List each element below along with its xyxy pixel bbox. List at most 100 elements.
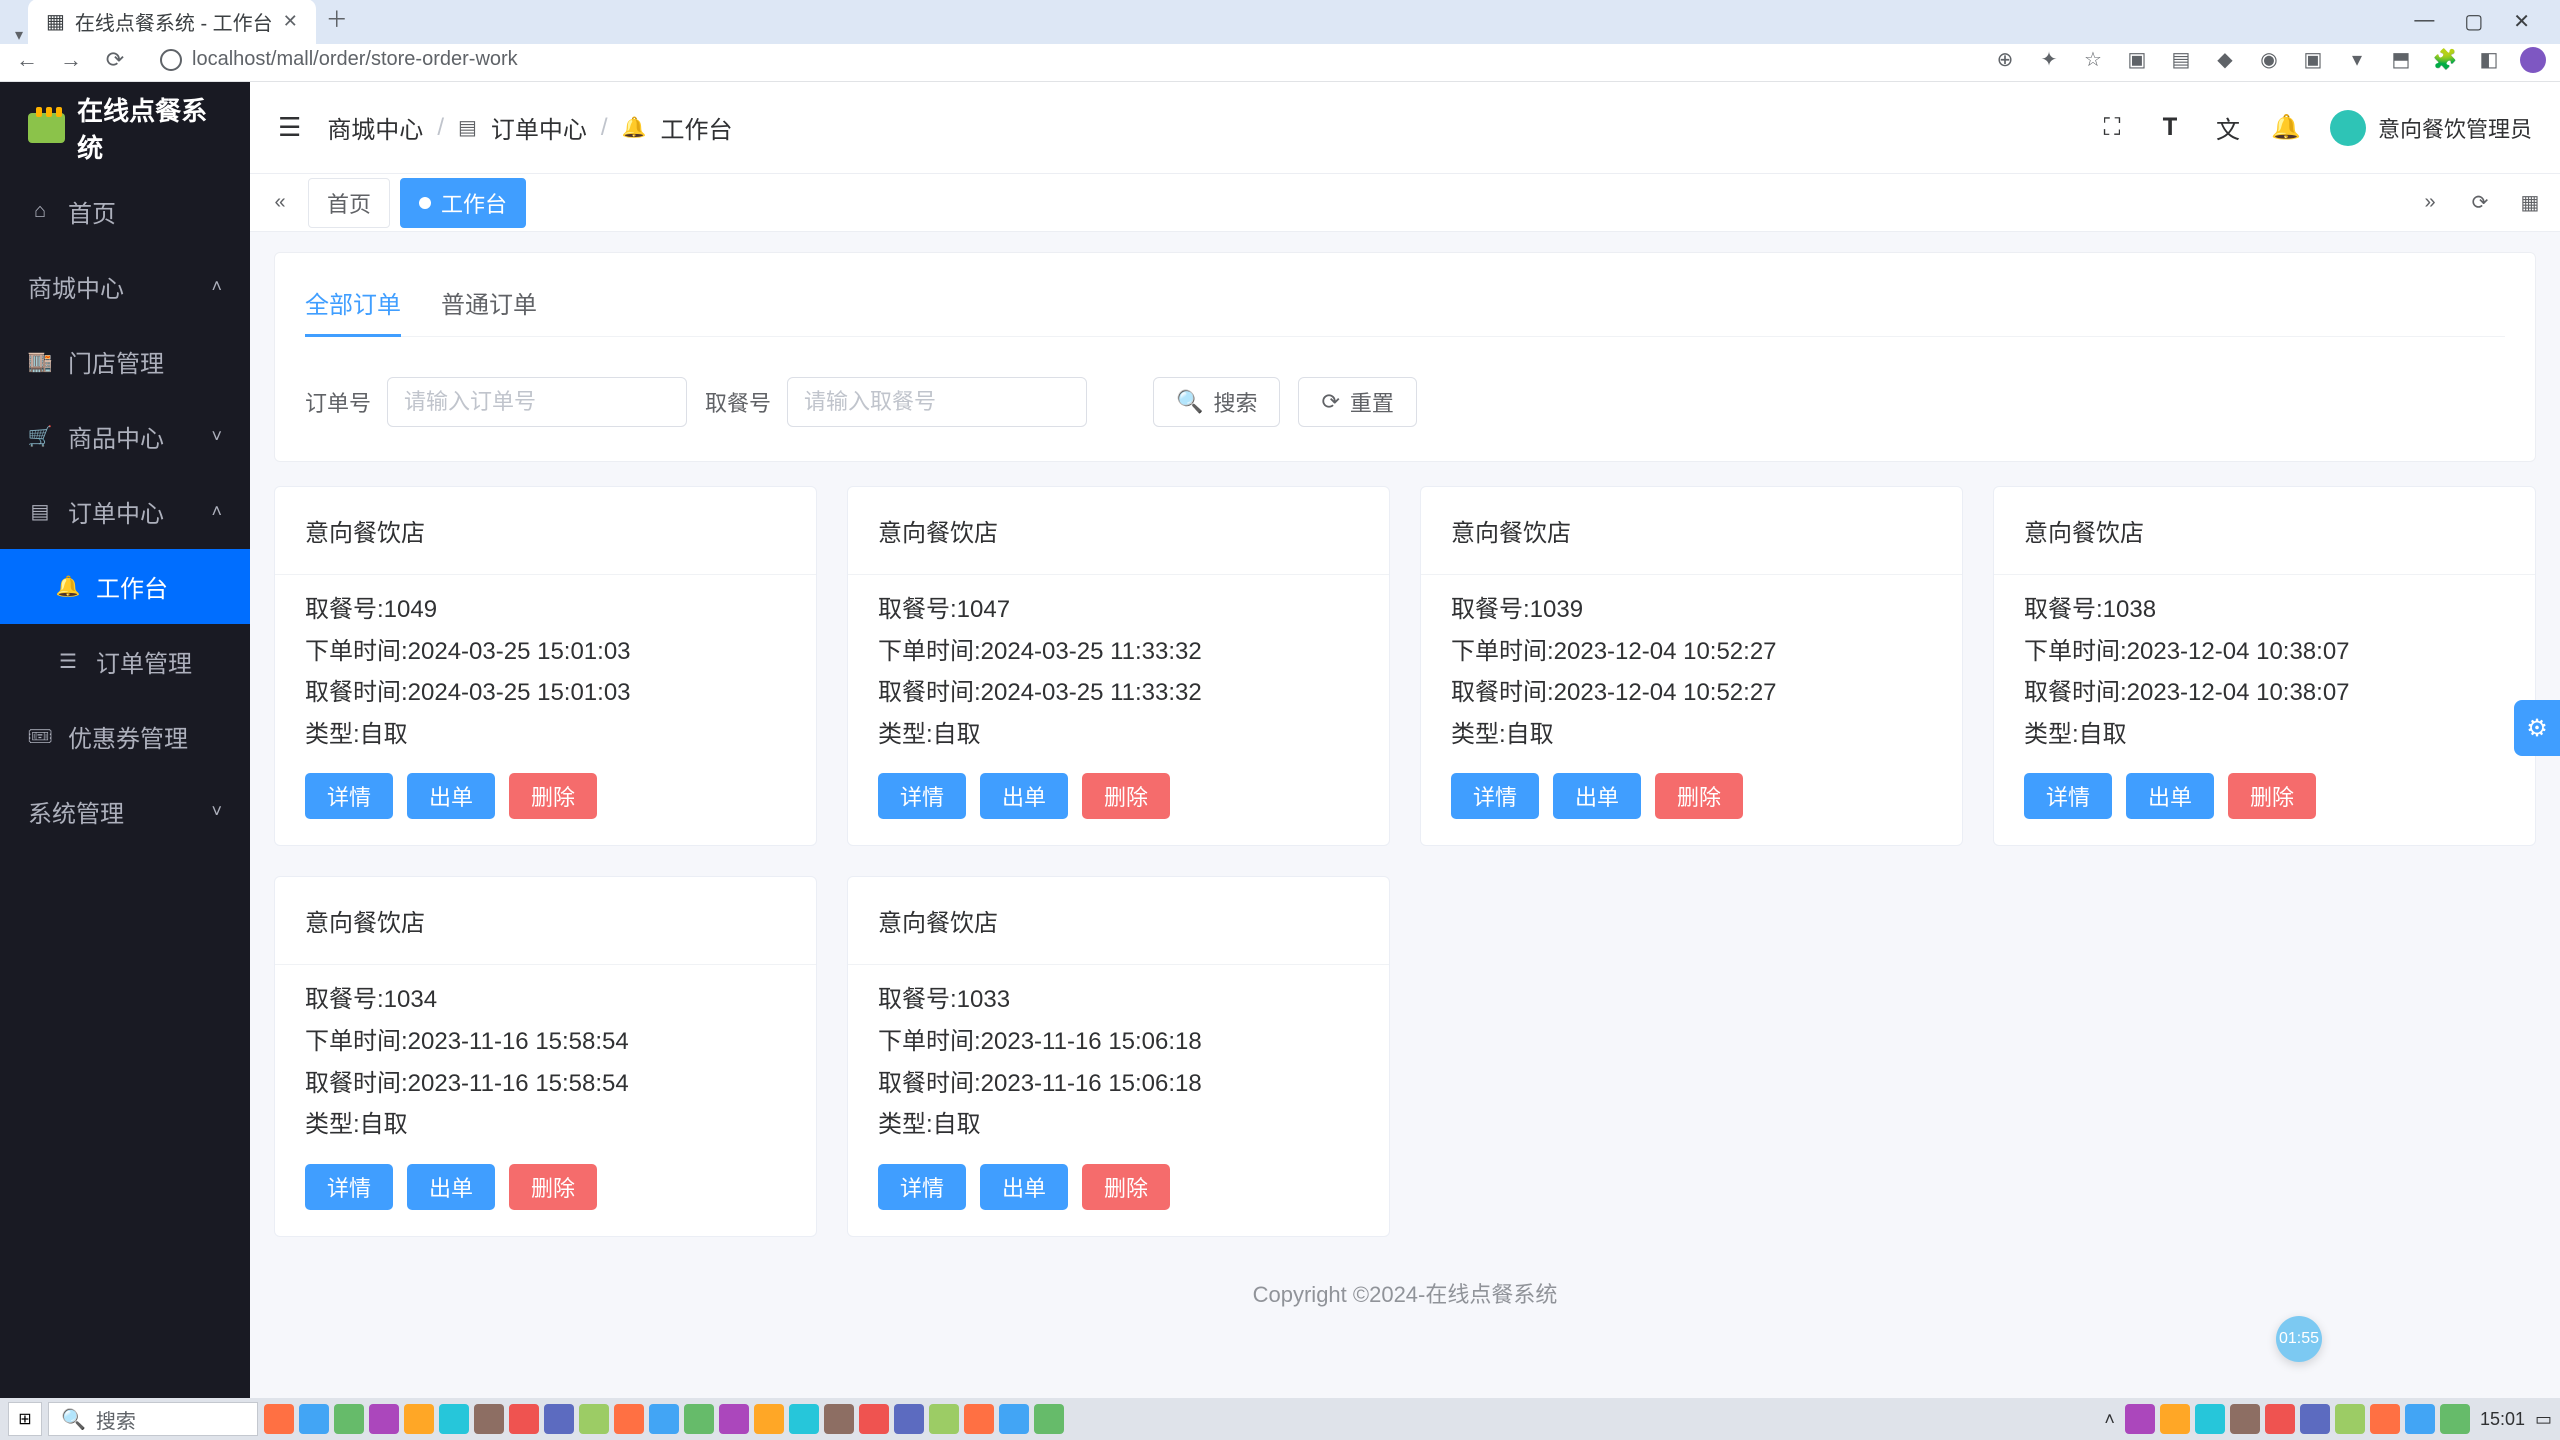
taskbar-clock[interactable]: 15:01 <box>2480 1409 2525 1430</box>
window-close-icon[interactable]: ✕ <box>2513 9 2530 34</box>
tray-icon[interactable] <box>2265 1404 2295 1434</box>
order-no-input[interactable] <box>387 377 687 427</box>
profile-avatar-icon[interactable] <box>2520 47 2546 73</box>
ext-icon-3[interactable]: ▣ <box>2124 47 2150 73</box>
taskbar-app-icon[interactable] <box>859 1404 889 1434</box>
taskbar-app-icon[interactable] <box>509 1404 539 1434</box>
taskbar-app-icon[interactable] <box>439 1404 469 1434</box>
translate-icon[interactable]: 文 <box>2214 114 2242 142</box>
window-maximize-icon[interactable]: ▢ <box>2464 9 2483 34</box>
ext-icon-2[interactable]: ✦ <box>2036 47 2062 73</box>
pickup-no-input[interactable] <box>787 377 1087 427</box>
ext-icon-5[interactable]: ◆ <box>2212 47 2238 73</box>
bookmark-star-icon[interactable]: ☆ <box>2080 47 2106 73</box>
tray-icon[interactable] <box>2160 1404 2190 1434</box>
taskbar-app-icon[interactable] <box>789 1404 819 1434</box>
taskbar-app-icon[interactable] <box>544 1404 574 1434</box>
nav-back-icon[interactable]: ← <box>14 47 40 73</box>
notification-center-icon[interactable]: ▭ <box>2535 1409 2552 1430</box>
detail-button[interactable]: 详情 <box>305 1164 393 1210</box>
nav-forward-icon[interactable]: → <box>58 47 84 73</box>
taskbar-app-icon[interactable] <box>684 1404 714 1434</box>
tray-icon[interactable] <box>2230 1404 2260 1434</box>
user-menu[interactable]: 意向餐饮管理员 <box>2330 110 2532 146</box>
issue-button[interactable]: 出单 <box>407 773 495 819</box>
site-info-icon[interactable] <box>160 49 182 71</box>
new-tab-button[interactable]: ＋ <box>316 0 358 44</box>
start-button[interactable]: ⊞ <box>8 1402 42 1436</box>
tray-icon[interactable] <box>2440 1404 2470 1434</box>
page-tab-workbench[interactable]: 工作台 <box>400 178 526 228</box>
detail-button[interactable]: 详情 <box>2024 773 2112 819</box>
tab-dropdown-icon[interactable]: ▾ <box>10 26 28 44</box>
window-minimize-icon[interactable]: — <box>2414 9 2434 34</box>
ext-icon-6[interactable]: ◉ <box>2256 47 2282 73</box>
tabs-scroll-right-icon[interactable]: » <box>2412 185 2448 221</box>
sidebar-item-coupon-mgmt[interactable]: 🎟 优惠券管理 <box>0 699 250 774</box>
app-logo[interactable]: 在线点餐系统 <box>0 82 250 174</box>
tab-normal-orders[interactable]: 普通订单 <box>441 275 537 330</box>
detail-button[interactable]: 详情 <box>1451 773 1539 819</box>
taskbar-app-icon[interactable] <box>894 1404 924 1434</box>
tray-icon[interactable] <box>2300 1404 2330 1434</box>
taskbar-search[interactable]: 🔍 搜索 <box>48 1402 258 1436</box>
sidebar-item-workbench[interactable]: 🔔 工作台 <box>0 549 250 624</box>
breadcrumb-item[interactable]: 商城中心 <box>327 110 423 145</box>
breadcrumb-item[interactable]: 订单中心 <box>491 110 587 145</box>
search-button[interactable]: 🔍 搜索 <box>1153 377 1280 427</box>
sidebar-item-product-center[interactable]: 🛒 商品中心 ˅ <box>0 399 250 474</box>
sidebar-group-system[interactable]: 系统管理 ˅ <box>0 774 250 849</box>
nav-reload-icon[interactable]: ⟳ <box>102 47 128 73</box>
taskbar-app-icon[interactable] <box>964 1404 994 1434</box>
timer-bubble[interactable]: 01:55 <box>2276 1316 2322 1362</box>
detail-button[interactable]: 详情 <box>878 773 966 819</box>
taskbar-app-icon[interactable] <box>369 1404 399 1434</box>
ext-icon-9[interactable]: ⬒ <box>2388 47 2414 73</box>
settings-floating-button[interactable]: ⚙ <box>2514 700 2560 756</box>
taskbar-app-icon[interactable] <box>264 1404 294 1434</box>
taskbar-app-icon[interactable] <box>334 1404 364 1434</box>
font-size-icon[interactable]: 𝐓 <box>2156 114 2184 142</box>
delete-button[interactable]: 删除 <box>1082 1164 1170 1210</box>
page-tab-home[interactable]: 首页 <box>308 178 390 228</box>
detail-button[interactable]: 详情 <box>878 1164 966 1210</box>
tabs-scroll-left-icon[interactable]: « <box>262 185 298 221</box>
taskbar-app-icon[interactable] <box>474 1404 504 1434</box>
browser-tab[interactable]: ▦ 在线点餐系统 - 工作台 ✕ <box>28 0 316 44</box>
ext-icon-8[interactable]: ▾ <box>2344 47 2370 73</box>
fullscreen-icon[interactable]: ⛶ <box>2098 114 2126 142</box>
ext-icon-1[interactable]: ⊕ <box>1992 47 2018 73</box>
taskbar-app-icon[interactable] <box>719 1404 749 1434</box>
issue-button[interactable]: 出单 <box>407 1164 495 1210</box>
tray-icon[interactable] <box>2195 1404 2225 1434</box>
tray-icon[interactable] <box>2405 1404 2435 1434</box>
sidebar-item-home[interactable]: ⌂ 首页 <box>0 174 250 249</box>
sidebar-item-store-mgmt[interactable]: 🏬 门店管理 <box>0 324 250 399</box>
tray-icon[interactable] <box>2125 1404 2155 1434</box>
delete-button[interactable]: 删除 <box>1082 773 1170 819</box>
menu-toggle-icon[interactable]: ☰ <box>278 112 301 143</box>
taskbar-app-icon[interactable] <box>299 1404 329 1434</box>
notification-bell-icon[interactable]: 🔔 <box>2272 114 2300 142</box>
taskbar-app-icon[interactable] <box>579 1404 609 1434</box>
side-panel-icon[interactable]: ◧ <box>2476 47 2502 73</box>
taskbar-app-icon[interactable] <box>824 1404 854 1434</box>
sidebar-group-mall[interactable]: 商城中心 ˄ <box>0 249 250 324</box>
extensions-icon[interactable]: 🧩 <box>2432 47 2458 73</box>
taskbar-app-icon[interactable] <box>649 1404 679 1434</box>
tray-icon[interactable] <box>2335 1404 2365 1434</box>
detail-button[interactable]: 详情 <box>305 773 393 819</box>
delete-button[interactable]: 删除 <box>1655 773 1743 819</box>
tray-icon[interactable] <box>2370 1404 2400 1434</box>
delete-button[interactable]: 删除 <box>509 773 597 819</box>
taskbar-app-icon[interactable] <box>1034 1404 1064 1434</box>
delete-button[interactable]: 删除 <box>2228 773 2316 819</box>
taskbar-app-icon[interactable] <box>614 1404 644 1434</box>
taskbar-app-icon[interactable] <box>999 1404 1029 1434</box>
taskbar-app-icon[interactable] <box>404 1404 434 1434</box>
issue-button[interactable]: 出单 <box>2126 773 2214 819</box>
taskbar-app-icon[interactable] <box>754 1404 784 1434</box>
tray-chevron-icon[interactable]: ˄ <box>2104 1409 2115 1430</box>
issue-button[interactable]: 出单 <box>1553 773 1641 819</box>
sidebar-item-order-mgmt[interactable]: ☰ 订单管理 <box>0 624 250 699</box>
